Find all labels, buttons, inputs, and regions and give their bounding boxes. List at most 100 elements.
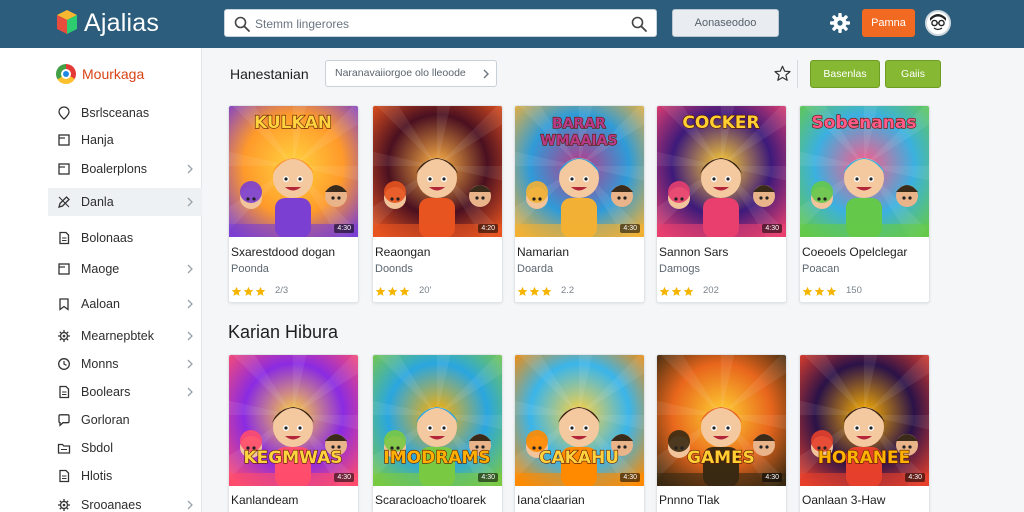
game-thumbnail[interactable]: BARAR WMAAIAS 4:30 xyxy=(515,106,644,237)
game-title[interactable]: Pnnno Tlak xyxy=(659,493,720,507)
game-card[interactable]: GAMES 4:30 Pnnno Tlak xyxy=(656,354,787,512)
section-title-1: Hanestanian xyxy=(230,66,309,82)
star-icon xyxy=(255,286,266,296)
search-submit-icon[interactable] xyxy=(630,15,648,33)
sidebar-item[interactable]: Boalerplons xyxy=(48,155,202,183)
game-card[interactable]: 4:20 Reaongan Doonds 20' xyxy=(372,105,503,303)
sidebar-item[interactable]: Boolears xyxy=(48,378,202,406)
svg-text:GAMES: GAMES xyxy=(687,448,755,468)
sidebar-item[interactable]: Hlotis xyxy=(48,462,202,490)
svg-text:KULKAN: KULKAN xyxy=(254,113,332,133)
sidebar-item[interactable]: Bsrlsceanas xyxy=(48,99,202,127)
user-avatar[interactable] xyxy=(925,10,951,36)
game-thumbnail[interactable]: 4:20 xyxy=(373,106,502,237)
game-title[interactable]: Coeoels Opelclegar xyxy=(802,245,907,259)
sidebar-item-label: Hlotis xyxy=(81,469,113,483)
star-icon xyxy=(399,286,410,296)
game-artwork: Sobenanas xyxy=(800,106,929,237)
sidebar-item[interactable]: Srooanaes xyxy=(48,491,202,512)
square-icon xyxy=(58,163,70,175)
action-button-1[interactable]: Basenlas xyxy=(810,60,880,88)
pen-icon xyxy=(58,196,70,208)
search-icon xyxy=(234,16,250,32)
game-title[interactable]: Scaracloacho'tloarek xyxy=(375,493,486,507)
sidebar-item[interactable]: Hanja xyxy=(48,126,202,154)
game-thumbnail[interactable]: COCKER 4:30 xyxy=(657,106,786,237)
star-icon xyxy=(529,286,540,296)
action-button-2[interactable]: Gaiis xyxy=(885,60,941,88)
game-card[interactable]: IMODRAMS 4:30 Scaracloacho'tloarek xyxy=(372,354,503,512)
game-card[interactable]: CAKAHU 4:30 Iana'claarian xyxy=(514,354,645,512)
game-artwork: COCKER xyxy=(657,106,786,237)
search-bar[interactable] xyxy=(224,9,657,37)
settings-gear-icon[interactable] xyxy=(829,12,851,34)
sidebar-item-label: Srooanaes xyxy=(81,498,142,512)
star-icon xyxy=(375,286,386,296)
sidebar-item[interactable]: Danla xyxy=(48,188,202,216)
game-title[interactable]: Namarian xyxy=(517,245,569,259)
sidebar-item[interactable]: Monns xyxy=(48,350,202,378)
game-title[interactable]: Oanlaan 3-Haw xyxy=(802,493,885,507)
star-icon xyxy=(243,286,254,296)
game-title[interactable]: Sannon Sars xyxy=(659,245,728,259)
game-title[interactable]: Reaongan xyxy=(375,245,430,259)
game-thumbnail[interactable]: IMODRAMS 4:30 xyxy=(373,355,502,486)
duration-badge: 4:30 xyxy=(905,473,925,482)
search-input[interactable] xyxy=(255,14,615,34)
game-card[interactable]: HORANEE 4:30 Oanlaan 3-Haw xyxy=(799,354,930,512)
app-logo-icon[interactable] xyxy=(56,9,78,35)
app-brand[interactable]: Ajalias xyxy=(84,9,159,37)
game-card[interactable]: BARAR WMAAIAS 4:30 Namarian Doarda 2.2 xyxy=(514,105,645,303)
game-thumbnail[interactable]: HORANEE 4:30 xyxy=(800,355,929,486)
game-artwork: BARARWMAAIAS xyxy=(515,106,644,237)
header-secondary-button[interactable]: Aonaseodoo xyxy=(672,9,779,37)
chevron-right-icon xyxy=(187,500,193,510)
game-artwork: KEGMWAS xyxy=(229,355,358,486)
game-subtitle: Doonds xyxy=(375,263,413,275)
game-card[interactable]: KULKAN 4:30 Sxarestdood dogan Poonda 2/3 xyxy=(228,105,359,303)
svg-text:HORANEE: HORANEE xyxy=(818,448,910,468)
game-artwork: CAKAHU xyxy=(515,355,644,486)
sidebar-item[interactable]: Gorloran xyxy=(48,406,202,434)
star-rating xyxy=(517,284,553,296)
duration-badge: 4:30 xyxy=(762,473,782,482)
svg-text:BARAR: BARAR xyxy=(552,116,606,132)
sidebar-item-label: Aaloan xyxy=(81,297,120,311)
sidebar-item-label: Monns xyxy=(81,357,119,371)
game-thumbnail[interactable]: KEGMWAS 4:30 xyxy=(229,355,358,486)
game-subtitle: Poonda xyxy=(231,263,269,275)
filter-dropdown[interactable]: Naranavaiiorgoe olo lleoode xyxy=(325,60,497,87)
game-title[interactable]: Sxarestdood dogan xyxy=(231,245,335,259)
document-icon xyxy=(59,231,70,245)
star-rating xyxy=(231,284,267,296)
game-card[interactable]: KEGMWAS 4:30 Kanlandeam xyxy=(228,354,359,512)
chat-icon xyxy=(58,414,70,427)
game-title[interactable]: Iana'claarian xyxy=(517,493,585,507)
star-rating xyxy=(375,284,411,296)
game-thumbnail[interactable]: Sobenanas xyxy=(800,106,929,237)
svg-text:CAKAHU: CAKAHU xyxy=(539,448,619,468)
sidebar-item-label: Sbdol xyxy=(81,441,113,455)
svg-text:IMODRAMS: IMODRAMS xyxy=(383,448,490,468)
svg-text:KEGMWAS: KEGMWAS xyxy=(243,448,342,468)
sidebar-item[interactable]: Sbdol xyxy=(48,434,202,462)
game-thumbnail[interactable]: KULKAN 4:30 xyxy=(229,106,358,237)
game-card[interactable]: Sobenanas Coeoels Opelclegar Poacan 150 xyxy=(799,105,930,303)
game-thumbnail[interactable]: CAKAHU 4:30 xyxy=(515,355,644,486)
star-icon xyxy=(387,286,398,296)
game-title[interactable]: Kanlandeam xyxy=(231,493,298,507)
sidebar-item[interactable]: Mearnepbtek xyxy=(48,322,202,350)
chevron-right-icon xyxy=(187,164,193,174)
duration-badge: 4:20 xyxy=(478,224,498,233)
game-thumbnail[interactable]: GAMES 4:30 xyxy=(657,355,786,486)
sidebar-item[interactable]: Maoge xyxy=(48,255,202,283)
duration-badge: 4:30 xyxy=(334,224,354,233)
favorite-star-icon[interactable] xyxy=(774,65,791,82)
sidebar-item[interactable]: Bolonaas xyxy=(48,224,202,252)
header-primary-button[interactable]: Pamna xyxy=(862,9,915,37)
game-card[interactable]: COCKER 4:30 Sannon Sars Damogs 202 xyxy=(656,105,787,303)
sidebar-item-label: Maoge xyxy=(81,262,120,276)
sidebar-item-label: Bolonaas xyxy=(81,231,134,245)
sidebar-item[interactable]: Aaloan xyxy=(48,290,202,318)
sidebar-item-label: Gorloran xyxy=(81,413,130,427)
